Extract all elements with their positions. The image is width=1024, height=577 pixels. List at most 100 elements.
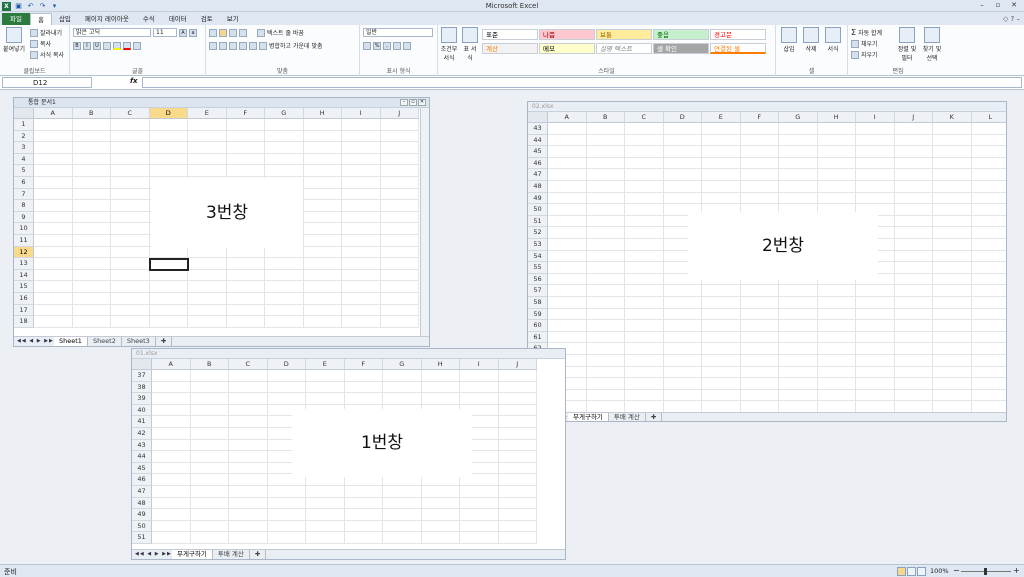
align-top-icon[interactable] <box>209 28 217 37</box>
column-header[interactable]: D <box>267 359 306 370</box>
row-header[interactable]: 40 <box>132 404 152 417</box>
row-header[interactable]: 50 <box>132 520 152 533</box>
zoom-level[interactable]: 100% <box>930 567 949 575</box>
row-header[interactable]: 43 <box>528 123 548 135</box>
row-header[interactable]: 51 <box>132 532 152 544</box>
column-header[interactable]: A <box>548 112 587 123</box>
cut-button[interactable]: 잘라내기 <box>30 27 64 38</box>
row-header[interactable]: 45 <box>132 462 152 475</box>
sheet-tab[interactable]: 투배 계산 <box>213 550 250 559</box>
select-all-corner[interactable] <box>132 359 152 370</box>
sheet-grid[interactable]: A B C D E F G H I J K L 43 44 45 46 47 48 49 50 51 52 53 54 55 56… <box>528 112 1006 412</box>
autosum-button[interactable]: Σ 자동 합계 <box>851 27 882 38</box>
percent-icon[interactable]: % <box>373 41 381 50</box>
align-left-icon[interactable] <box>209 41 217 50</box>
workbook-window-2[interactable]: 02.xlsx A B C D E F G H I J K L 43 44 45 46 47 48 49 50 51 52… <box>527 101 1007 422</box>
column-header[interactable]: D <box>663 112 702 123</box>
format-table-button[interactable]: 표 서식 <box>461 27 479 62</box>
font-size-select[interactable]: 11 <box>153 28 177 37</box>
vertical-scrollbar[interactable] <box>420 108 429 336</box>
zoom-in-icon[interactable]: + <box>1013 566 1020 575</box>
column-header[interactable]: C <box>229 359 268 370</box>
number-format-select[interactable]: 일반 <box>363 28 433 37</box>
tab-view[interactable]: 보기 <box>220 13 246 25</box>
style-good[interactable]: 좋음 <box>653 29 709 40</box>
minimize-icon[interactable]: – <box>400 99 408 106</box>
decrease-indent-icon[interactable] <box>239 41 247 50</box>
tab-page-layout[interactable]: 페이지 레이아웃 <box>78 13 136 25</box>
row-header[interactable]: 53 <box>528 239 548 251</box>
style-note[interactable]: 메모 <box>539 43 595 54</box>
column-header[interactable]: F <box>740 112 779 123</box>
row-header[interactable]: 55 <box>528 262 548 274</box>
phonetic-icon[interactable] <box>133 41 141 50</box>
sheet-tab[interactable]: Sheet3 <box>122 337 156 346</box>
column-header[interactable]: J <box>498 359 537 370</box>
row-header[interactable]: 45 <box>528 146 548 158</box>
sheet-nav-arrows[interactable]: ◀◀ ◀ ▶ ▶▶ <box>132 550 172 559</box>
row-header[interactable]: 15 <box>14 281 34 293</box>
column-header[interactable]: B <box>190 359 229 370</box>
new-sheet-icon[interactable]: ✚ <box>250 550 267 559</box>
underline-icon[interactable]: U <box>93 41 101 50</box>
column-header[interactable]: J <box>380 108 419 119</box>
column-header[interactable]: F <box>344 359 383 370</box>
style-normal[interactable]: 표준 <box>482 29 538 40</box>
column-header[interactable]: G <box>265 108 304 119</box>
restore-icon[interactable]: ▫ <box>409 99 417 106</box>
column-header[interactable]: H <box>421 359 460 370</box>
column-header[interactable]: E <box>702 112 741 123</box>
fill-color-icon[interactable] <box>113 41 121 50</box>
row-header[interactable]: 60 <box>528 320 548 332</box>
column-header[interactable]: G <box>383 359 422 370</box>
column-header[interactable]: I <box>460 359 499 370</box>
close-icon[interactable]: ✕ <box>418 99 426 106</box>
grow-font-icon[interactable]: A <box>179 28 187 37</box>
style-explanatory[interactable]: 설명 텍스트 <box>596 43 652 54</box>
row-header[interactable]: 12 <box>14 246 34 259</box>
row-header[interactable]: 59 <box>528 308 548 321</box>
paste-button[interactable]: 붙여넣기 <box>3 27 25 53</box>
style-calculation[interactable]: 계산 <box>482 43 538 54</box>
column-header[interactable]: H <box>303 108 342 119</box>
row-header[interactable]: 38 <box>132 381 152 394</box>
fill-button[interactable]: 채우기 <box>851 38 882 49</box>
row-header[interactable]: 2 <box>14 130 34 143</box>
style-linked-cell[interactable]: 연결된 셀 <box>710 43 766 54</box>
row-header[interactable]: 8 <box>14 200 34 212</box>
column-header[interactable]: D <box>149 108 188 119</box>
copy-button[interactable]: 복사 <box>30 38 64 49</box>
row-header[interactable]: 54 <box>528 250 548 263</box>
align-right-icon[interactable] <box>229 41 237 50</box>
row-header[interactable]: 46 <box>528 157 548 170</box>
column-header[interactable]: E <box>306 359 345 370</box>
wrap-text-button[interactable]: 텍스트 줄 바꿈 <box>267 28 304 37</box>
row-header[interactable]: 13 <box>14 258 34 270</box>
column-header[interactable]: H <box>817 112 856 123</box>
sheet-tab[interactable]: Sheet2 <box>88 337 122 346</box>
row-header[interactable]: 44 <box>528 134 548 147</box>
shrink-font-icon[interactable]: a <box>189 28 197 37</box>
minimize-icon[interactable]: – <box>974 0 990 11</box>
tab-review[interactable]: 검토 <box>194 13 220 25</box>
column-header[interactable]: C <box>111 108 150 119</box>
selected-cell[interactable] <box>149 258 189 271</box>
row-header[interactable]: 4 <box>14 153 34 166</box>
formula-input[interactable] <box>142 77 1022 88</box>
decrease-decimal-icon[interactable] <box>403 41 411 50</box>
row-header[interactable]: 5 <box>14 165 34 177</box>
row-header[interactable]: 3 <box>14 142 34 154</box>
font-name-select[interactable]: 맑은 고딕 <box>73 28 151 37</box>
column-header[interactable]: B <box>72 108 111 119</box>
help-icon[interactable]: ◇ ? – <box>1003 15 1020 23</box>
name-box[interactable]: D12 <box>2 77 92 88</box>
zoom-out-icon[interactable]: − <box>953 566 960 575</box>
page-layout-view-icon[interactable] <box>907 567 916 576</box>
new-sheet-icon[interactable]: ✚ <box>646 413 663 421</box>
currency-icon[interactable] <box>363 41 371 50</box>
tab-formulas[interactable]: 수식 <box>136 13 162 25</box>
align-bottom-icon[interactable] <box>229 28 237 37</box>
select-all-corner[interactable] <box>14 108 34 119</box>
sheet-nav-arrows[interactable]: ◀◀ ◀ ▶ ▶▶ <box>14 337 54 346</box>
increase-indent-icon[interactable] <box>249 41 257 50</box>
